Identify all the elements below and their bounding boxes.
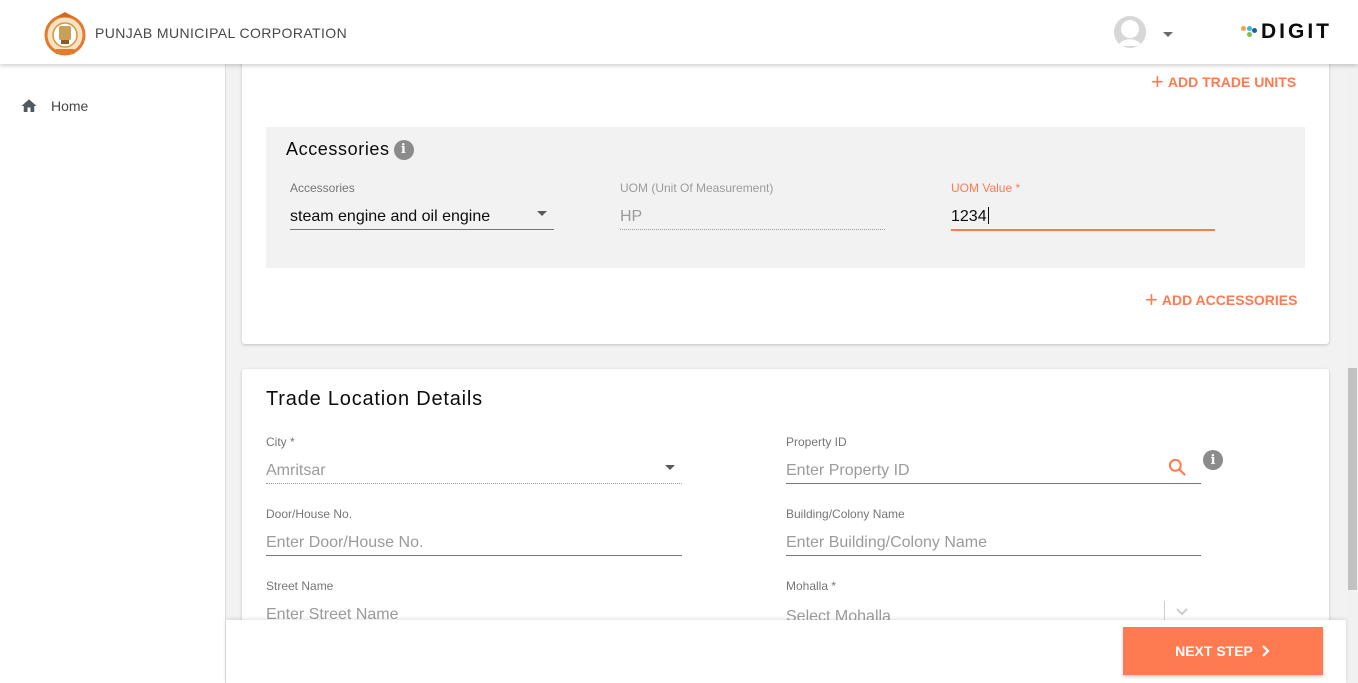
uom-value: HP <box>620 208 643 225</box>
accessories-select-value: steam engine and oil engine <box>290 208 491 225</box>
property-id-input[interactable]: Enter Property ID <box>786 459 1201 483</box>
info-icon[interactable]: i <box>393 139 414 160</box>
door-house-field[interactable]: Door/House No. Enter Door/House No. <box>266 507 682 556</box>
sidebar: Home <box>0 64 226 683</box>
property-info-icon[interactable]: i <box>1203 450 1223 470</box>
plus-icon: + <box>1145 287 1158 312</box>
sidebar-item-home[interactable]: Home <box>20 96 88 116</box>
search-icon[interactable] <box>1167 457 1187 477</box>
building-colony-label: Building/Colony Name <box>786 507 905 521</box>
trade-units-card: + ADD TRADE UNITS Accessories i Accessor… <box>242 50 1329 344</box>
city-value: Amritsar <box>266 462 326 479</box>
property-id-underline <box>786 483 1201 484</box>
uom-value-field[interactable]: UOM Value * 1234 <box>951 181 1215 231</box>
add-accessories-button[interactable]: + ADD ACCESSORIES <box>1145 287 1298 312</box>
next-step-button[interactable]: NEXT STEP <box>1123 627 1323 675</box>
property-id-field[interactable]: Property ID Enter Property ID <box>786 435 1201 484</box>
uom-value-label: UOM Value * <box>951 181 1021 195</box>
city-label: City * <box>266 435 295 449</box>
add-accessories-label: ADD ACCESSORIES <box>1161 292 1298 308</box>
accessories-section: Accessories i Accessories steam engine a… <box>266 127 1305 268</box>
digit-logo: DIGIT <box>1241 20 1332 44</box>
uom-value-underline <box>951 229 1215 231</box>
accessories-title-text: Accessories <box>286 139 390 159</box>
door-house-underline <box>266 555 682 556</box>
uom-value-input[interactable]: 1234 <box>951 205 1215 229</box>
next-step-label: NEXT STEP <box>1175 643 1253 659</box>
chevron-down-icon[interactable] <box>1175 607 1189 617</box>
sidebar-item-label: Home <box>51 98 89 114</box>
punjab-emblem-icon <box>44 12 86 56</box>
chevron-down-icon[interactable] <box>1163 32 1173 37</box>
trade-location-card: Trade Location Details City * Amritsar P… <box>242 369 1329 639</box>
building-colony-input[interactable]: Enter Building/Colony Name <box>786 531 1201 555</box>
accessories-title: Accessories i <box>286 139 414 160</box>
accessories-select[interactable]: Accessories steam engine and oil engine <box>290 181 554 230</box>
caret-down-icon[interactable] <box>537 211 547 216</box>
org-name: PUNJAB MUNICIPAL CORPORATION <box>95 25 348 41</box>
mohalla-label: Mohalla * <box>786 579 837 593</box>
user-icon <box>1114 16 1146 48</box>
city-underline <box>266 483 682 484</box>
scrollbar-thumb[interactable] <box>1348 368 1357 590</box>
top-header: PUNJAB MUNICIPAL CORPORATION DIGIT <box>0 0 1358 64</box>
digit-brand-text: DIGIT <box>1261 20 1332 43</box>
uom-value-text: 1234 <box>951 208 987 225</box>
street-name-label: Street Name <box>266 579 334 593</box>
door-house-input[interactable]: Enter Door/House No. <box>266 531 682 555</box>
add-trade-units-button[interactable]: + ADD TRADE UNITS <box>1151 69 1297 94</box>
home-icon <box>21 99 37 112</box>
uom-field: UOM (Unit Of Measurement) HP <box>620 181 885 230</box>
accessories-select-label: Accessories <box>290 181 355 195</box>
uom-label: UOM (Unit Of Measurement) <box>620 181 774 195</box>
trade-location-title: Trade Location Details <box>266 388 483 410</box>
footer-bar: NEXT STEP <box>226 620 1346 683</box>
plus-icon: + <box>1151 69 1164 94</box>
building-colony-underline <box>786 555 1201 556</box>
uom-underline <box>620 229 885 230</box>
city-select[interactable]: City * Amritsar <box>266 435 682 484</box>
user-avatar[interactable] <box>1114 16 1146 48</box>
text-cursor <box>987 206 989 224</box>
add-trade-units-label: ADD TRADE UNITS <box>1167 74 1297 90</box>
property-id-label: Property ID <box>786 435 847 449</box>
accessories-select-underline <box>290 229 554 230</box>
digit-dots-icon <box>1241 24 1257 40</box>
door-house-label: Door/House No. <box>266 507 353 521</box>
caret-down-icon[interactable] <box>665 465 675 470</box>
building-colony-field[interactable]: Building/Colony Name Enter Building/Colo… <box>786 507 1201 556</box>
chevron-right-icon <box>1262 645 1270 657</box>
